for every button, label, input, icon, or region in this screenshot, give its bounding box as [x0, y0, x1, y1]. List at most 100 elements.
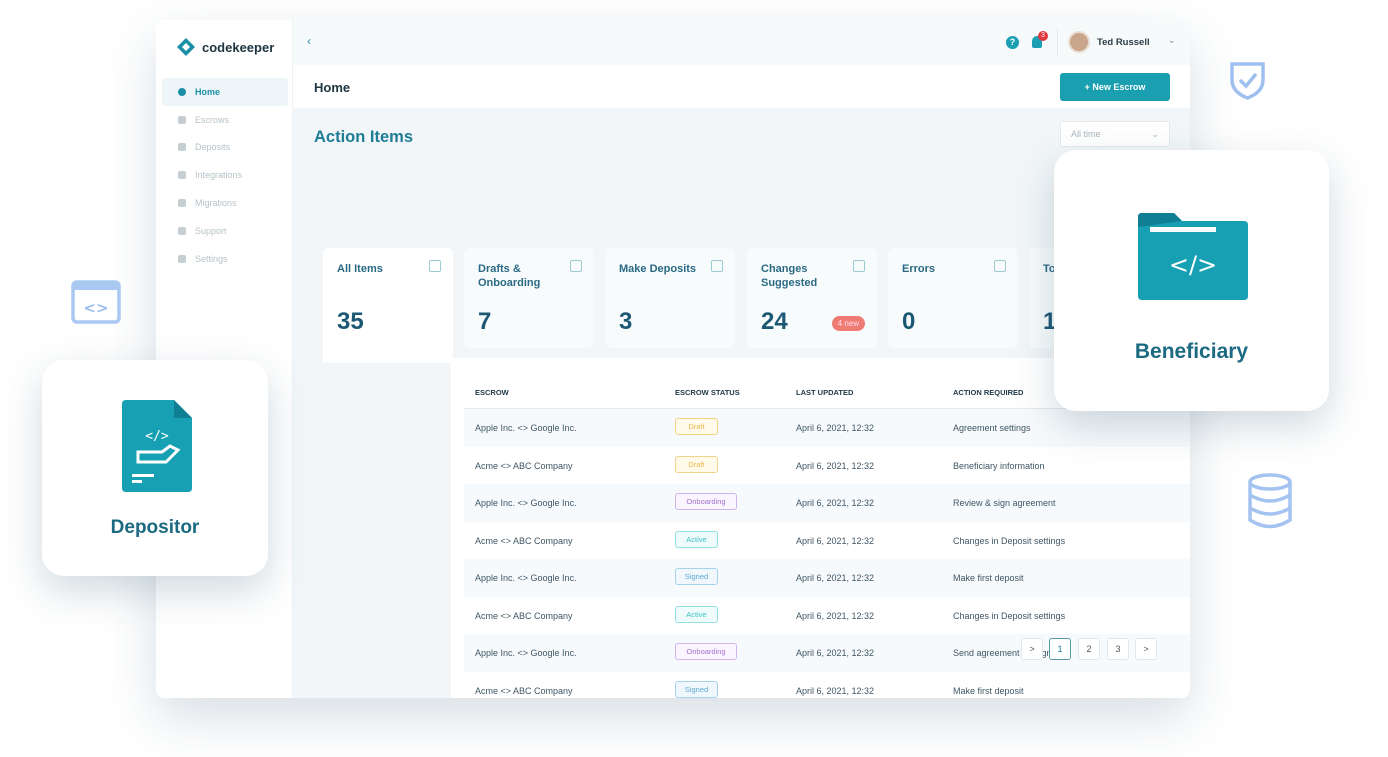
beneficiary-label: Beneficiary: [1134, 340, 1249, 363]
divider: [1057, 28, 1058, 56]
chevron-down-icon: ⌄: [1151, 128, 1159, 139]
escrow-name: Acme <> ABC Company: [475, 685, 573, 696]
escrow-name: Acme <> ABC Company: [475, 460, 573, 471]
table-row: Acme <> ABC Company Active April 6, 2021, …: [464, 522, 1190, 560]
status-badge: Active: [675, 530, 718, 548]
page-title: Home: [314, 80, 351, 95]
status-badge: Signed: [675, 568, 718, 585]
integrations-icon: [178, 171, 186, 180]
sidebar-item-escrows[interactable]: Escrows: [162, 106, 288, 134]
avatar[interactable]: [1068, 31, 1090, 53]
help-icon[interactable]: ?: [1006, 36, 1019, 49]
table-row: Apple Inc. <> Google Inc. Draft April 6, 2…: [464, 409, 1190, 447]
sidebar-item-settings[interactable]: Settings: [162, 245, 288, 273]
status-badge: Onboarding: [675, 643, 737, 660]
column-header: ACTION REQUIRED: [953, 388, 1024, 397]
action-card[interactable]: Drafts & Onboarding 7: [464, 248, 594, 348]
card-icon: [994, 260, 1006, 272]
section-title: Action Items: [314, 128, 414, 146]
beneficiary-card: </> Beneficiary: [1054, 150, 1329, 411]
column-header: LAST UPDATED: [796, 388, 854, 397]
new-escrow-button[interactable]: + New Escrow: [1060, 73, 1170, 101]
app-window: codekeeper Home Escrows Deposits Integratio…: [156, 20, 1190, 698]
action-card[interactable]: Errors 0: [888, 248, 1018, 348]
action-required: Make first deposit: [953, 573, 1024, 583]
code-folder-icon: </>: [1138, 213, 1248, 300]
chevron-down-icon[interactable]: ⌄: [1168, 35, 1176, 46]
sidebar: codekeeper Home Escrows Deposits Integratio…: [156, 20, 293, 698]
action-required: Agreement settings: [953, 423, 1031, 433]
database-icon: [1248, 473, 1292, 529]
sidebar-item-deposits[interactable]: Deposits: [162, 134, 288, 162]
logo[interactable]: codekeeper: [176, 37, 274, 57]
escrow-name: Apple Inc. <> Google Inc.: [475, 423, 577, 433]
last-updated: April 6, 2021, 12:32: [796, 685, 875, 696]
pagination-page[interactable]: 1: [1049, 638, 1071, 660]
shield-check-icon: [1230, 62, 1265, 100]
sidebar-item-label: Support: [195, 225, 227, 236]
escrow-name: Apple Inc. <> Google Inc.: [475, 648, 577, 658]
sidebar-item-migrations[interactable]: Migrations: [162, 189, 288, 217]
sidebar-item-label: Deposits: [195, 142, 231, 153]
action-required: Review & sign agreement: [953, 498, 1056, 508]
card-icon: [711, 260, 723, 272]
pagination-prev[interactable]: >: [1021, 638, 1043, 660]
sidebar-item-home[interactable]: Home: [162, 78, 288, 106]
time-filter-value: All time: [1071, 129, 1101, 139]
sidebar-item-support[interactable]: Support: [162, 217, 288, 245]
settings-icon: [178, 254, 186, 263]
escrow-name: Acme <> ABC Company: [475, 535, 573, 546]
card-icon: [570, 260, 582, 272]
last-updated: April 6, 2021, 12:32: [796, 423, 875, 433]
status-badge: Draft: [675, 418, 718, 435]
status-badge: Draft: [675, 455, 718, 473]
action-card[interactable]: All Items 35: [323, 248, 453, 363]
table-row: Apple Inc. <> Google Inc. Signed April 6, …: [464, 559, 1190, 597]
action-required: Make first deposit: [953, 685, 1024, 696]
action-required: Changes in Deposit settings: [953, 535, 1066, 546]
depositor-card: </> Depositor: [42, 360, 268, 576]
card-count: 3: [619, 308, 633, 335]
pagination-next[interactable]: >: [1135, 638, 1157, 660]
escrow-name: Apple Inc. <> Google Inc.: [475, 498, 577, 508]
collapse-sidebar-icon[interactable]: ‹: [307, 34, 311, 48]
top-bar: ‹ ? 3 Ted Russell ⌄: [293, 20, 1190, 65]
sidebar-item-label: Settings: [195, 253, 228, 264]
table-row: Apple Inc. <> Google Inc. Onboarding April…: [464, 484, 1190, 522]
code-window-icon: <>: [71, 280, 121, 324]
user-name[interactable]: Ted Russell: [1097, 37, 1150, 48]
brand-name: codekeeper: [202, 39, 275, 55]
last-updated: April 6, 2021, 12:32: [796, 535, 875, 546]
card-count: 35: [337, 308, 364, 335]
pagination-page[interactable]: 3: [1107, 638, 1129, 660]
status-badge: Signed: [675, 680, 718, 698]
migrations-icon: [178, 199, 186, 208]
card-label: Errors: [902, 263, 936, 275]
card-count: 0: [902, 308, 916, 335]
svg-text:</>: </>: [1169, 251, 1217, 279]
sidebar-item-integrations[interactable]: Integrations: [162, 161, 288, 189]
sidebar-item-label: Home: [195, 86, 221, 97]
sidebar-item-label: Escrows: [195, 114, 230, 125]
deposits-icon: [178, 143, 186, 152]
action-card[interactable]: Make Deposits 3: [605, 248, 735, 348]
sidebar-nav: Home Escrows Deposits Integrations Migration…: [162, 78, 288, 273]
column-header: ESCROW: [475, 388, 509, 397]
sidebar-item-label: Integrations: [195, 170, 243, 181]
action-required: Beneficiary information: [953, 460, 1045, 471]
table-row: Acme <> ABC Company Active April 6, 2021, …: [464, 597, 1190, 635]
notification-badge: 3: [1038, 31, 1048, 41]
card-icon: [853, 260, 865, 272]
time-filter-select[interactable]: All time ⌄: [1060, 121, 1170, 147]
pagination-page[interactable]: 2: [1078, 638, 1100, 660]
home-icon: [178, 87, 186, 96]
card-count: 24: [761, 308, 788, 335]
logo-icon: [177, 38, 195, 56]
new-badge: 4 new: [831, 316, 865, 331]
status-badge: Onboarding: [675, 493, 737, 510]
svg-text:</>: </>: [145, 429, 169, 444]
escrow-name: Apple Inc. <> Google Inc.: [475, 573, 577, 583]
sidebar-item-label: Migrations: [195, 198, 237, 209]
action-card[interactable]: Changes Suggested 24 4 new: [747, 248, 877, 348]
svg-text:<>: <>: [83, 299, 108, 317]
